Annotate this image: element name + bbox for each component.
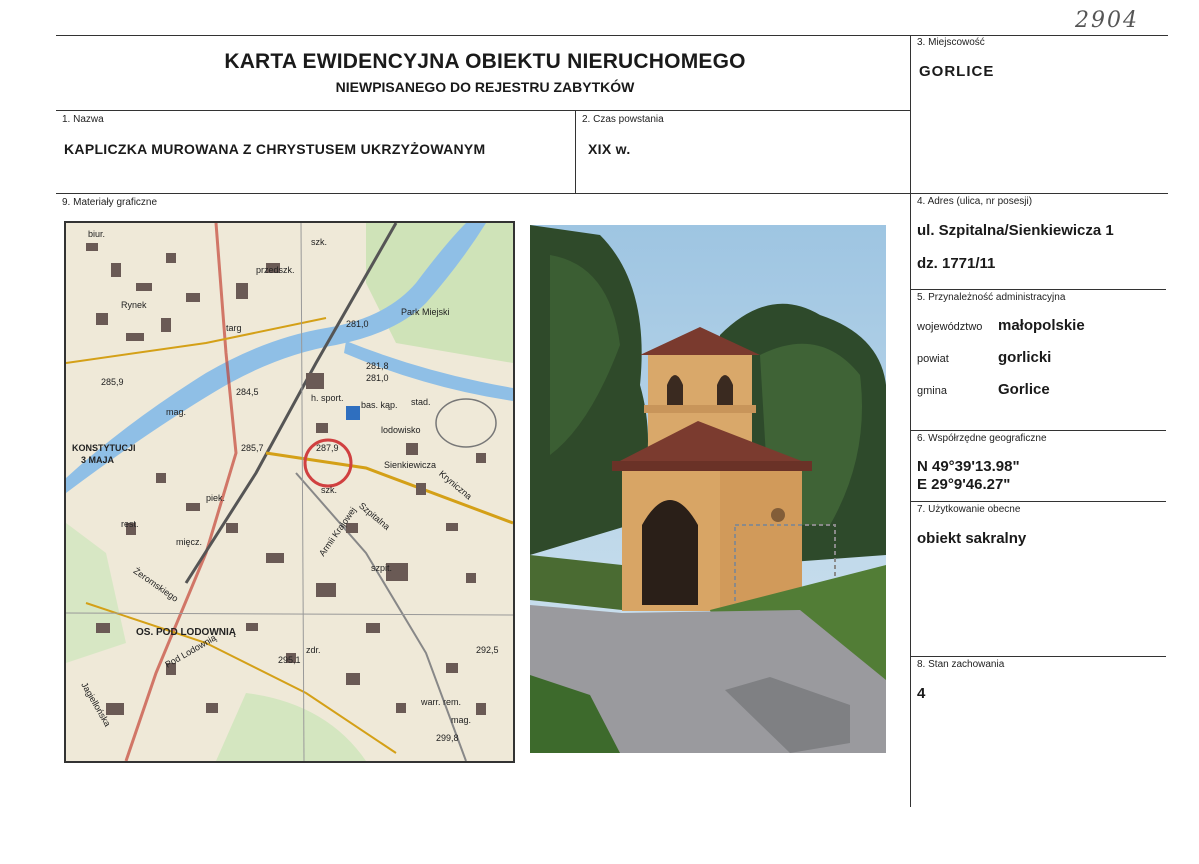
map-label: 3 MAJA <box>81 455 115 465</box>
rule-8 <box>910 656 1166 657</box>
map-label: zdr. <box>306 645 321 655</box>
map-label: h. sport. <box>311 393 344 403</box>
label-uzytkowanie: 7. Użytkowanie obecne <box>917 504 1021 515</box>
map-label: targ <box>226 323 242 333</box>
value-latitude: N 49°39'13.98" <box>917 458 1020 475</box>
value-uzytkowanie: obiekt sakralny <box>917 530 1027 547</box>
chapel-photo <box>530 225 886 753</box>
label-nazwa: 1. Nazwa <box>62 114 104 125</box>
value-gmina: Gorlice <box>998 381 1050 398</box>
map-label: przedszk. <box>256 265 295 275</box>
label-materialy: 9. Materiały graficzne <box>62 197 158 208</box>
card-subtitle: NIEWPISANEGO DO REJESTRU ZABYTKÓW <box>335 79 635 95</box>
sheet-number: 2904 <box>1075 8 1139 33</box>
map-label: Park Miejski <box>401 307 450 317</box>
value-stan: 4 <box>917 685 926 702</box>
header-rule <box>56 110 910 111</box>
value-adres-line2: dz. 1771/11 <box>917 255 996 272</box>
record-card: 2904 KARTA EWIDENCYJNA OBIEKTU NIERUCHOM… <box>0 0 1199 864</box>
rule-6 <box>910 430 1166 431</box>
value-miejscowosc: GORLICE <box>919 63 995 80</box>
rule-5 <box>910 289 1166 290</box>
map-label: lodowisko <box>381 425 421 435</box>
top-rule <box>56 35 1168 36</box>
location-map: biur. szk. przedszk. Rynek targ Park Mie… <box>64 221 515 763</box>
map-label: mag. <box>451 715 471 725</box>
map-label: 299,8 <box>436 733 459 743</box>
label-wojewodztwo: województwo <box>917 321 983 333</box>
value-wojewodztwo: małopolskie <box>998 317 1085 334</box>
value-adres-line1: ul. Szpitalna/Sienkiewicza 1 <box>917 222 1114 239</box>
rule-7 <box>910 501 1166 502</box>
label-powiat: powiat <box>917 353 949 365</box>
map-label: Rynek <box>121 300 147 310</box>
map-label: biur. <box>88 229 105 239</box>
map-label: 295,1 <box>278 655 301 665</box>
map-label: 287,9 <box>316 443 339 453</box>
map-label: 292,5 <box>476 645 499 655</box>
map-label: 285,9 <box>101 377 124 387</box>
map-label: Sienkiewicza <box>384 460 436 470</box>
label-przynaleznosc: 5. Przynależność administracyjna <box>917 292 1066 303</box>
value-powiat: gorlicki <box>998 349 1052 366</box>
label-miejscowosc: 3. Miejscowość <box>917 37 985 48</box>
map-label: stad. <box>411 397 431 407</box>
map-label: 281,0 <box>366 373 389 383</box>
map-label: 285,7 <box>241 443 264 453</box>
map-label: 281,8 <box>366 361 389 371</box>
label-czas-powstania: 2. Czas powstania <box>582 114 664 125</box>
map-label: mag. <box>166 407 186 417</box>
map-label: OS. POD LODOWNIĄ <box>136 627 236 638</box>
map-label: KONSTYTUCJI <box>72 443 136 453</box>
map-label: warr. rem. <box>420 697 461 707</box>
label-wspolrzedne: 6. Współrzędne geograficzne <box>917 433 1047 444</box>
map-label: 281,0 <box>346 319 369 329</box>
map-label: rest. <box>121 519 139 529</box>
map-label: bas. kąp. <box>361 400 398 410</box>
label-gmina: gmina <box>917 385 947 397</box>
map-label: szk. <box>311 237 327 247</box>
value-czas-powstania: XIX w. <box>588 141 631 157</box>
card-title: KARTA EWIDENCYJNA OBIEKTU NIERUCHOMEGO <box>224 50 746 73</box>
section-rule <box>56 193 1168 194</box>
label-adres: 4. Adres (ulica, nr posesji) <box>917 196 1033 207</box>
map-label: szpit. <box>371 563 392 573</box>
value-longitude: E 29°9'46.27" <box>917 476 1011 493</box>
map-label: szk. <box>321 485 337 495</box>
map-drawing: biur. szk. przedszk. Rynek targ Park Mie… <box>66 223 513 761</box>
map-label: piek. <box>206 493 225 503</box>
value-nazwa: KAPLICZKA MUROWANA Z CHRYSTUSEM UKRZYŻOW… <box>64 141 486 157</box>
right-column-divider <box>910 35 911 807</box>
name-date-divider <box>575 110 576 193</box>
map-label: 284,5 <box>236 387 259 397</box>
label-stan: 8. Stan zachowania <box>917 659 1005 670</box>
chapel-photo-drawing <box>530 225 886 753</box>
map-label: mięcz. <box>176 537 202 547</box>
